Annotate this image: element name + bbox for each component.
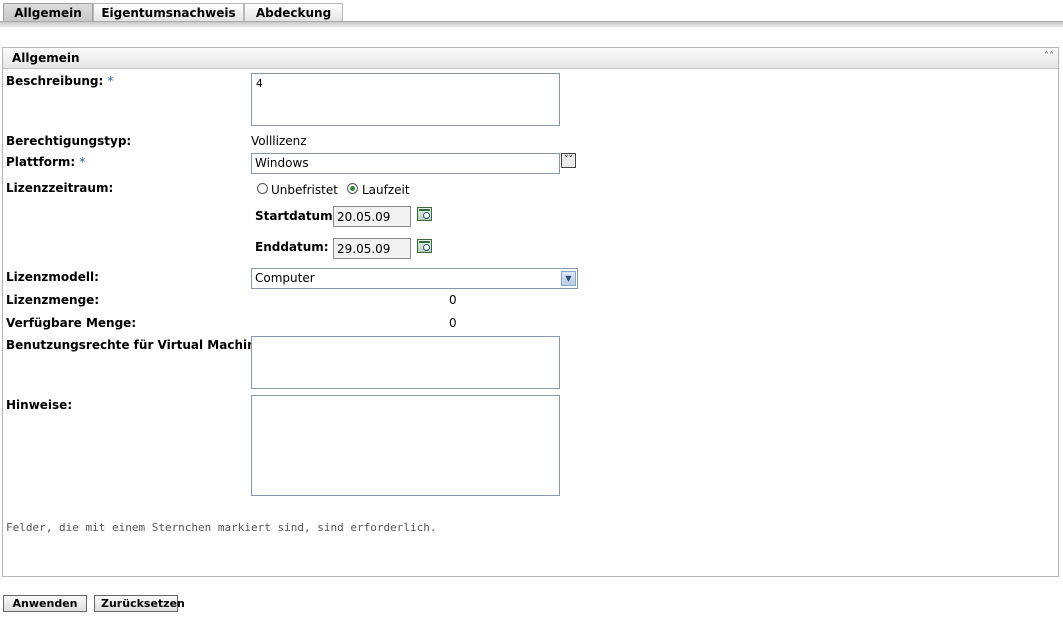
- tab-underline: [0, 21, 1063, 27]
- required-mark: *: [107, 74, 114, 88]
- verfuegbare-menge-value: 0: [449, 316, 457, 330]
- enddatum-label: Enddatum:: [255, 240, 329, 254]
- radio-laufzeit[interactable]: [347, 183, 358, 194]
- calendar-icon[interactable]: [417, 239, 432, 253]
- hinweise-label: Hinweise:: [6, 398, 73, 412]
- calendar-icon[interactable]: [417, 207, 432, 221]
- lizenzmodell-label: Lizenzmodell:: [6, 270, 99, 284]
- apply-button[interactable]: Anwenden: [3, 595, 87, 612]
- plattform-select[interactable]: Windows: [251, 153, 560, 174]
- tab-bar: Allgemein Eigentumsnachweis Abdeckung: [0, 0, 1063, 27]
- required-fields-note: Felder, die mit einem Sternchen markiert…: [6, 521, 437, 534]
- beschreibung-label: Beschreibung: *: [6, 74, 114, 88]
- tab-abdeckung[interactable]: Abdeckung: [244, 3, 343, 21]
- radio-unbefristet[interactable]: [257, 183, 268, 194]
- vm-rechte-textarea[interactable]: [251, 336, 560, 389]
- general-panel: Allgemein ˄˄: [2, 47, 1059, 577]
- verfuegbare-menge-label: Verfügbare Menge:: [6, 316, 137, 330]
- double-chevron-up-icon[interactable]: ˄˄: [1043, 51, 1055, 63]
- beschreibung-textarea[interactable]: 4: [251, 73, 560, 126]
- startdatum-field[interactable]: 20.05.09: [333, 206, 411, 227]
- enddatum-field[interactable]: 29.05.09: [333, 238, 411, 259]
- lizenzmodell-select[interactable]: Computer: [251, 268, 578, 289]
- panel-title: Allgemein: [12, 51, 80, 65]
- hinweise-textarea[interactable]: [251, 395, 560, 496]
- vm-rechte-label: Benutzungsrechte für Virtual Machine:: [6, 338, 269, 352]
- berechtigungstyp-value: Volllizenz: [251, 134, 307, 148]
- lizenzzeitraum-label: Lizenzzeitraum:: [6, 181, 114, 195]
- tab-eigentumsnachweis[interactable]: Eigentumsnachweis: [93, 3, 244, 21]
- panel-header: Allgemein ˄˄: [3, 48, 1058, 69]
- radio-unbefristet-label: Unbefristet: [271, 183, 338, 197]
- lizenzmenge-value: 0: [449, 293, 457, 307]
- plattform-label-text: Plattform:: [6, 155, 76, 169]
- beschreibung-label-text: Beschreibung:: [6, 74, 104, 88]
- reset-button[interactable]: Zurücksetzen: [94, 595, 185, 612]
- chevron-down-icon[interactable]: ▼: [561, 271, 576, 286]
- startdatum-label: Startdatum:: [255, 209, 338, 223]
- radio-laufzeit-label: Laufzeit: [362, 183, 410, 197]
- berechtigungstyp-label: Berechtigungstyp:: [6, 134, 132, 148]
- plattform-label: Plattform: *: [6, 155, 85, 169]
- lizenzmenge-label: Lizenzmenge:: [6, 293, 100, 307]
- tab-allgemein[interactable]: Allgemein: [3, 3, 93, 21]
- required-mark: *: [79, 155, 86, 169]
- double-chevron-down-icon[interactable]: ˅˅: [561, 153, 576, 168]
